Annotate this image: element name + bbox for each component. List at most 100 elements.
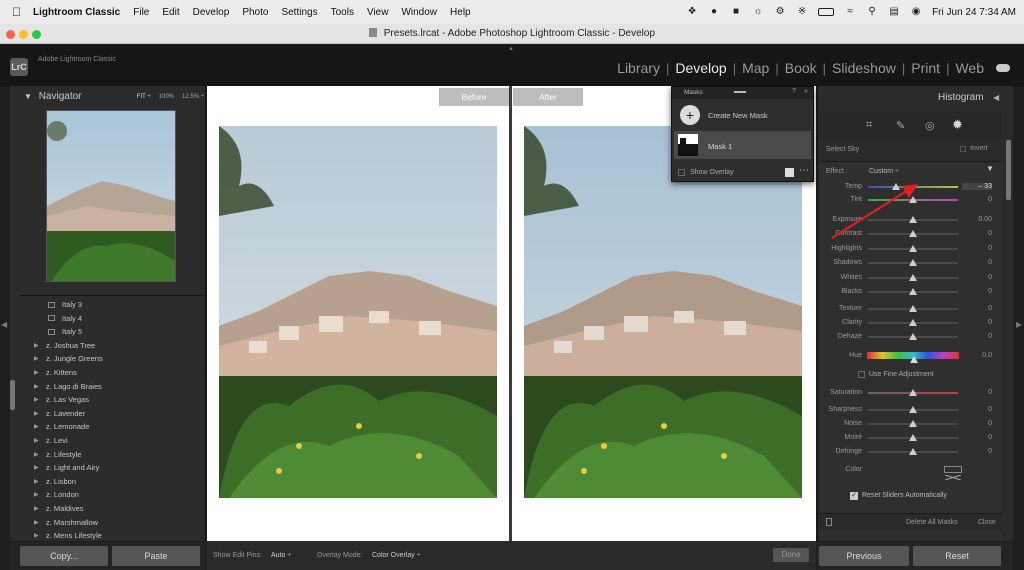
crop-tool-icon[interactable]: ⌗ <box>866 119 872 132</box>
expand-triangle-icon[interactable]: ▶ <box>34 369 39 376</box>
masks-titlebar[interactable]: Masks ? » <box>672 87 813 99</box>
expand-triangle-icon[interactable]: ▶ <box>34 423 39 430</box>
menu-edit[interactable]: Edit <box>162 7 179 18</box>
panel-toggle-top-icon[interactable]: ▲ <box>508 46 514 52</box>
preset-group[interactable]: z. Levi <box>46 434 68 447</box>
detail-sharpness-value[interactable]: 0 <box>962 406 992 413</box>
menu-settings[interactable]: Settings <box>281 7 317 18</box>
create-new-mask-button[interactable]: Create New Mask <box>708 111 768 120</box>
overlay-color-swatch[interactable] <box>785 168 794 177</box>
detail-noise-value[interactable]: 0 <box>962 420 992 427</box>
detail-noise-slider-thumb[interactable] <box>909 420 917 427</box>
preset-group[interactable]: z. Las Vegas <box>46 393 89 406</box>
saturation-slider-thumb[interactable] <box>909 389 917 396</box>
preset-group[interactable]: z. Lifestyle <box>46 448 81 461</box>
presence-texture-value[interactable]: 0 <box>962 305 992 312</box>
done-button[interactable]: Done <box>773 548 809 562</box>
paste-button[interactable]: Paste <box>112 546 200 566</box>
delete-all-masks-button[interactable]: Delete All Masks <box>906 519 958 526</box>
menu-help[interactable]: Help <box>450 7 471 18</box>
tint-value[interactable]: 0 <box>962 196 992 203</box>
presence-clarity-slider-thumb[interactable] <box>909 319 917 326</box>
preset-group[interactable]: z. Kittens <box>46 366 77 379</box>
temp-value[interactable]: – 33 <box>962 183 992 190</box>
basic-blacks-slider-thumb[interactable] <box>909 288 917 295</box>
minimize-panel-icon[interactable] <box>734 91 746 93</box>
masking-tool-icon[interactable]: ✹ <box>952 117 963 133</box>
mask-toggle-switch[interactable] <box>826 518 832 526</box>
heal-tool-icon[interactable]: ✎ <box>896 119 905 132</box>
previous-button[interactable]: Previous <box>819 546 909 566</box>
preset-group[interactable]: z. Lisbon <box>46 475 76 488</box>
expand-triangle-icon[interactable]: ▶ <box>34 519 39 526</box>
expand-triangle-icon[interactable]: ▶ <box>34 437 39 444</box>
basic-shadows-slider-thumb[interactable] <box>909 259 917 267</box>
module-map[interactable]: Map <box>736 60 775 76</box>
color-swatch[interactable] <box>944 466 962 481</box>
basic-exposure-value[interactable]: 0.00 <box>962 216 992 223</box>
menu-file[interactable]: File <box>133 7 149 18</box>
module-slideshow[interactable]: Slideshow <box>826 60 902 76</box>
navigator-preview[interactable] <box>46 110 176 282</box>
help-icon[interactable]: ? <box>792 88 796 95</box>
expand-triangle-icon[interactable]: ▶ <box>34 505 39 512</box>
histogram-collapse-icon[interactable]: ◀ <box>993 93 999 102</box>
detail-moiré-slider-thumb[interactable] <box>909 434 917 441</box>
mask-1-label[interactable]: Mask 1 <box>708 142 732 151</box>
expand-triangle-icon[interactable]: ▶ <box>34 478 39 485</box>
expand-triangle-icon[interactable]: ▶ <box>34 342 39 349</box>
sun-icon[interactable]: ☼ <box>752 7 764 17</box>
preset-group[interactable]: z. Light and Airy <box>46 461 99 474</box>
expand-triangle-icon[interactable]: ▶ <box>34 396 39 403</box>
menu-develop[interactable]: Develop <box>193 7 230 18</box>
search-icon[interactable]: ⚲ <box>866 7 878 17</box>
bluetooth-icon[interactable]: ※ <box>796 7 808 17</box>
preset-group[interactable]: z. Jungle Greens <box>46 352 103 365</box>
reset-button[interactable]: Reset <box>913 546 1001 566</box>
preset-group[interactable]: z. Mens Lifestyle <box>46 529 102 540</box>
zoom-100[interactable]: 100% <box>159 88 174 106</box>
siri-icon[interactable]: ◉ <box>910 7 922 17</box>
preset-item[interactable]: Italy 5 <box>62 325 82 338</box>
preset-item[interactable]: Italy 3 <box>62 298 82 311</box>
collapse-triangle-icon[interactable]: ▼ <box>24 92 32 101</box>
zoom-fit[interactable]: FIT ÷ <box>137 88 151 106</box>
preset-group[interactable]: z. London <box>46 488 79 501</box>
basic-contrast-value[interactable]: 0 <box>962 230 992 237</box>
menubar-clock[interactable]: Fri Jun 24 7:34 AM <box>932 7 1016 18</box>
preset-group[interactable]: z. Lemonade <box>46 420 89 433</box>
control-center-icon[interactable]: ▤ <box>888 7 900 17</box>
menu-window[interactable]: Window <box>401 7 437 18</box>
basic-highlights-value[interactable]: 0 <box>962 245 992 252</box>
add-mask-icon[interactable]: + <box>680 105 700 125</box>
zoom-12[interactable]: 12.5% ÷ <box>182 88 204 106</box>
invert-checkbox[interactable] <box>960 146 966 152</box>
preset-group[interactable]: z. Lavender <box>46 407 85 420</box>
expand-triangle-icon[interactable]: ▶ <box>34 451 39 458</box>
detail-defringe-slider-thumb[interactable] <box>909 448 917 455</box>
notes-icon[interactable]: ■ <box>730 7 742 17</box>
module-library[interactable]: Library <box>611 60 666 76</box>
detail-defringe-value[interactable]: 0 <box>962 448 992 455</box>
expand-triangle-icon[interactable]: ▶ <box>34 532 39 539</box>
navigator-header[interactable]: ▼ Navigator FIT ÷ 100% 12.5% ÷ <box>14 88 204 106</box>
hue-value[interactable]: 0.0 <box>962 352 992 359</box>
copy-button[interactable]: Copy... <box>20 546 108 566</box>
module-book[interactable]: Book <box>779 60 823 76</box>
presence-dehaze-slider-thumb[interactable] <box>909 333 917 340</box>
basic-whites-slider-thumb[interactable] <box>909 273 917 281</box>
left-panel-toggle-icon[interactable]: ◀ <box>1 320 7 329</box>
more-options-icon[interactable]: ⋯ <box>799 165 809 176</box>
presence-clarity-value[interactable]: 0 <box>962 319 992 326</box>
detail-moiré-value[interactable]: 0 <box>962 434 992 441</box>
red-eye-tool-icon[interactable]: ◎ <box>925 119 935 132</box>
preset-group[interactable]: z. Maldives <box>46 502 84 515</box>
presence-texture-slider-thumb[interactable] <box>909 305 917 312</box>
menu-app-name[interactable]: Lightroom Classic <box>33 7 120 18</box>
presence-dehaze-value[interactable]: 0 <box>962 333 992 340</box>
wifi-icon[interactable]: ≈ <box>844 7 856 17</box>
saturation-value[interactable]: 0 <box>962 389 992 396</box>
detail-sharpness-slider-thumb[interactable] <box>909 406 917 413</box>
dropbox-icon[interactable]: ❖ <box>686 7 698 17</box>
expand-icon[interactable]: » <box>804 88 808 95</box>
